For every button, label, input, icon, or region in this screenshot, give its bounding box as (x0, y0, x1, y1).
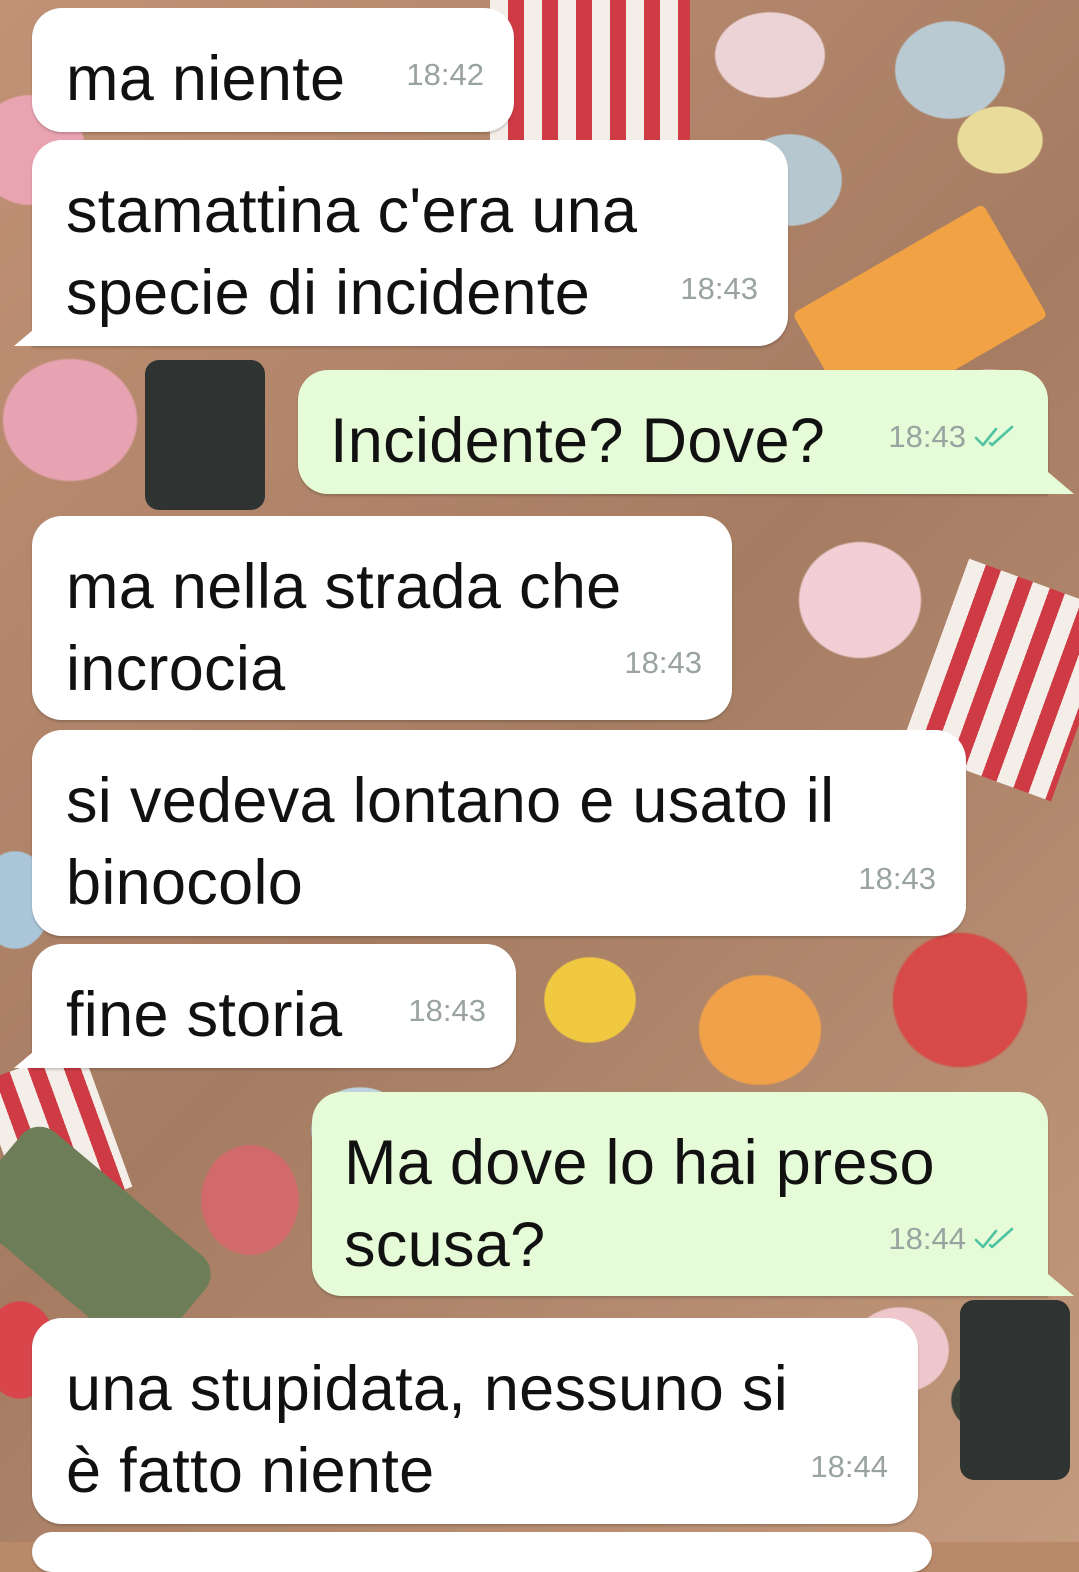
read-double-check-icon (974, 1227, 1014, 1249)
message-list[interactable]: ma niente 18:42 stamattina c'era una spe… (0, 0, 1079, 1572)
message-time: 18:43 (624, 645, 702, 680)
message-time: 18:43 (858, 861, 936, 896)
message-bubble-incoming[interactable]: stamattina c'era una specie di incidente… (32, 140, 788, 346)
message-time: 18:44 (888, 1221, 966, 1256)
message-time: 18:43 (680, 271, 758, 306)
message-text: una stupidata, nessuno si è fatto niente (66, 1354, 789, 1506)
message-time: 18:42 (406, 57, 484, 92)
message-time: 18:43 (888, 419, 966, 454)
message-bubble-outgoing[interactable]: Ma dove lo hai preso scusa? 18:44 (312, 1092, 1048, 1296)
message-time: 18:44 (810, 1449, 888, 1484)
bubble-tail (1048, 1274, 1074, 1296)
message-bubble-outgoing[interactable]: Incidente? Dove? 18:43 (298, 370, 1048, 494)
message-text: stamattina c'era una specie di incidente (66, 176, 638, 328)
message-bubble-incoming[interactable] (32, 1532, 932, 1572)
bubble-tail (14, 1046, 40, 1068)
message-bubble-incoming[interactable]: una stupidata, nessuno si è fatto niente… (32, 1318, 918, 1524)
message-text: si vedeva lontano e usato il binocolo (66, 766, 835, 918)
message-bubble-incoming[interactable]: si vedeva lontano e usato il binocolo 18… (32, 730, 966, 936)
message-bubble-incoming[interactable]: fine storia 18:43 (32, 944, 516, 1068)
read-double-check-icon (974, 425, 1014, 447)
message-time: 18:43 (408, 993, 486, 1028)
message-bubble-incoming[interactable]: ma niente 18:42 (32, 8, 514, 132)
message-bubble-incoming[interactable]: ma nella strada che incrocia 18:43 (32, 516, 732, 720)
message-text: ma nella strada che incrocia (66, 552, 622, 704)
bubble-tail (1048, 472, 1074, 494)
bubble-tail (14, 324, 40, 346)
